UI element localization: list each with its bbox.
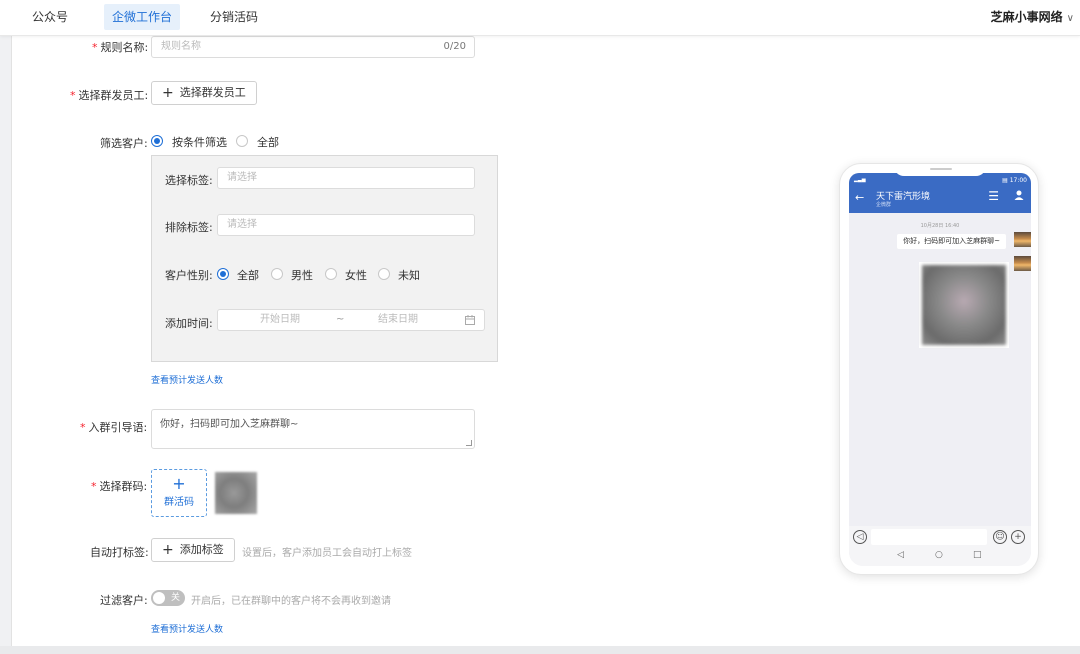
- calendar-icon: [465, 315, 475, 325]
- filter-customers-toggle[interactable]: 关: [151, 590, 185, 606]
- tags-placeholder: 请选择: [227, 172, 257, 183]
- voice-icon: ◁: [853, 530, 867, 544]
- tags-label: 选择标签:: [165, 174, 213, 187]
- status-bar-time: ▤ 17:00: [1002, 177, 1027, 184]
- menu-icon: ☰: [988, 189, 999, 203]
- group-staff-label: * 选择群发员工:: [70, 89, 149, 102]
- user-icon: [1014, 190, 1024, 200]
- chat-qr-image-message: [919, 262, 1009, 348]
- radio-filter-all[interactable]: [236, 135, 248, 147]
- radio-gender-all[interactable]: [217, 268, 229, 280]
- chevron-down-icon: ∨: [1066, 13, 1074, 24]
- chat-input-bar: ◁ ☺ +: [849, 526, 1031, 548]
- exclude-tags-placeholder: 请选择: [227, 219, 257, 230]
- group-code-label: * 选择群码:: [91, 480, 148, 493]
- nav-home-icon: ○: [935, 550, 943, 560]
- guide-text-textarea[interactable]: 你好，扫码即可加入芝麻群聊~: [151, 409, 475, 449]
- nav-recent-icon: □: [973, 550, 982, 560]
- sender-avatar: [1014, 232, 1031, 247]
- plus-icon: +: [162, 85, 174, 101]
- filter-switch-hint: 开启后，已在群聊中的客户将不会再收到邀请: [191, 596, 391, 607]
- date-range-picker[interactable]: 开始日期 ~ 结束日期: [217, 309, 485, 331]
- toggle-knob: [153, 592, 165, 604]
- radio-gender-male[interactable]: [271, 268, 283, 280]
- guide-text-value: 你好，扫码即可加入芝麻群聊~: [160, 419, 299, 430]
- radio-gender-unknown-label: 未知: [398, 269, 420, 282]
- top-nav: 公众号 企微工作台 分销活码 芝麻小事网络 ∨: [0, 0, 1080, 36]
- tags-select[interactable]: 请选择: [217, 167, 475, 189]
- filter-customers-label: 筛选客户:: [100, 137, 148, 150]
- system-nav-bar: ◁ ○ □: [849, 548, 1031, 566]
- horizontal-scrollbar[interactable]: [0, 646, 1080, 654]
- required-mark: *: [80, 421, 86, 434]
- add-time-label: 添加时间:: [165, 317, 213, 330]
- start-date-placeholder: 开始日期: [260, 314, 300, 325]
- tab-wecom-workbench[interactable]: 企微工作台: [104, 4, 181, 30]
- plus-icon: +: [172, 474, 186, 493]
- rule-name-counter: 0/20: [443, 41, 466, 52]
- plus-circle-icon: +: [1011, 530, 1025, 544]
- radio-filter-by-condition[interactable]: [151, 135, 163, 147]
- view-estimated-recipients-link[interactable]: 查看预计发送人数: [151, 373, 223, 386]
- select-staff-button[interactable]: + 选择群发员工: [151, 81, 257, 105]
- add-group-code-button[interactable]: + 群活码: [151, 469, 207, 517]
- radio-filter-by-condition-label: 按条件筛选: [172, 136, 227, 149]
- chat-header: ▂▃▅ ▤ 17:00 ← 天下雷汽形境 企微群 ☰: [849, 173, 1031, 213]
- auto-tag-hint: 设置后，客户添加员工会自动打上标签: [242, 548, 412, 559]
- chat-message-bubble: 你好，扫码即可加入芝麻群聊~: [897, 234, 1006, 249]
- required-mark: *: [70, 89, 76, 102]
- radio-gender-female[interactable]: [325, 268, 337, 280]
- add-tag-button[interactable]: + 添加标签: [151, 538, 235, 562]
- auto-tag-label: 自动打标签:: [90, 546, 149, 559]
- end-date-placeholder: 结束日期: [378, 314, 418, 325]
- chat-timestamp: 10月28日 16:40: [920, 223, 960, 229]
- exclude-tags-select[interactable]: 请选择: [217, 214, 475, 236]
- add-group-code-label: 群活码: [164, 497, 194, 508]
- radio-gender-male-label: 男性: [291, 269, 313, 282]
- required-mark: *: [92, 41, 98, 54]
- rule-name-input[interactable]: 规则名称 0/20: [151, 36, 475, 58]
- resize-handle-icon[interactable]: [466, 440, 472, 446]
- group-qr-code-thumbnail[interactable]: [215, 472, 257, 514]
- qr-code-image: [922, 265, 1006, 345]
- signal-icon: ▂▃▅: [854, 177, 866, 183]
- guide-text-label: * 入群引导语:: [80, 421, 148, 434]
- rule-name-placeholder: 规则名称: [161, 41, 201, 52]
- radio-gender-unknown[interactable]: [378, 268, 390, 280]
- emoji-icon: ☺: [993, 530, 1007, 544]
- gender-label: 客户性别:: [165, 269, 213, 282]
- sender-avatar: [1014, 256, 1031, 271]
- date-separator: ~: [336, 314, 345, 325]
- chat-input-field: [871, 529, 987, 545]
- left-rail: [0, 36, 12, 654]
- back-arrow-icon: ←: [855, 191, 865, 204]
- filter-switch-label: 过滤客户:: [100, 594, 148, 607]
- phone-preview: ▂▃▅ ▤ 17:00 ← 天下雷汽形境 企微群 ☰ 10月28日 16:40 …: [839, 163, 1039, 575]
- rule-name-label: * 规则名称:: [92, 41, 149, 54]
- radio-gender-female-label: 女性: [345, 269, 367, 282]
- plus-icon: +: [162, 542, 174, 558]
- account-name: 芝麻小事网络: [990, 10, 1063, 24]
- tab-official-account[interactable]: 公众号: [32, 0, 68, 34]
- radio-filter-all-label: 全部: [257, 136, 279, 149]
- chat-subtitle: 企微群: [876, 202, 892, 208]
- toggle-state-text: 关: [170, 593, 180, 603]
- account-menu[interactable]: 芝麻小事网络 ∨: [991, 0, 1074, 34]
- phone-screen: ▂▃▅ ▤ 17:00 ← 天下雷汽形境 企微群 ☰ 10月28日 16:40 …: [849, 173, 1031, 566]
- nav-back-icon: ◁: [897, 550, 904, 560]
- tab-distribution-code[interactable]: 分销活码: [210, 0, 258, 34]
- exclude-tags-label: 排除标签:: [165, 221, 213, 234]
- radio-gender-all-label: 全部: [237, 269, 259, 282]
- phone-notch: [894, 164, 986, 176]
- required-mark: *: [91, 480, 97, 493]
- view-estimated-recipients-link-2[interactable]: 查看预计发送人数: [151, 622, 223, 635]
